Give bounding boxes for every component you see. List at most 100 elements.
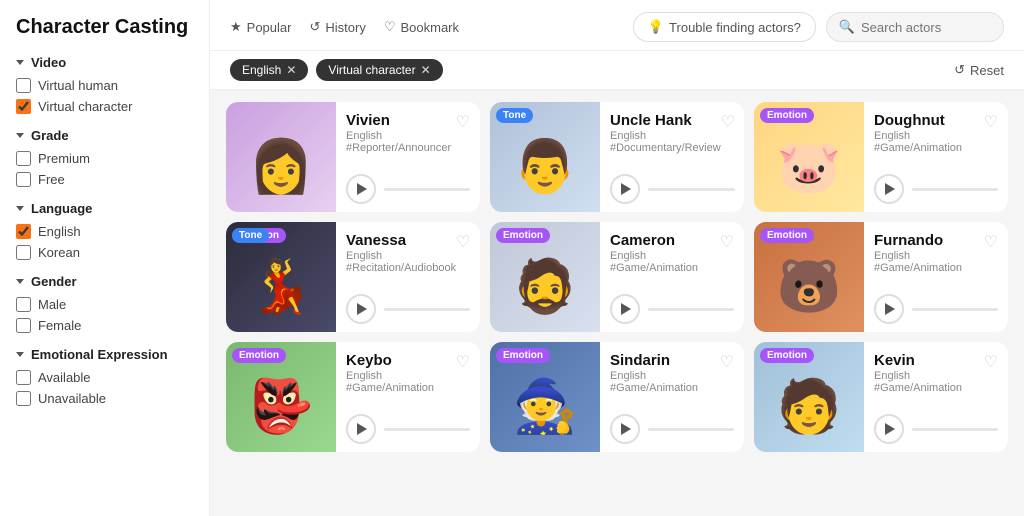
heart-icon-vanessa[interactable]: ♡: [456, 232, 470, 252]
card-image-cameron: Emotion 🧔: [490, 222, 600, 332]
tab-popular-label: Popular: [247, 20, 292, 35]
heart-icon-uncle-hank[interactable]: ♡: [721, 112, 735, 132]
bookmark-icon: ♡: [384, 19, 396, 35]
card-top-keybo: Keybo English #Game/Animation ♡: [346, 352, 470, 394]
card-emoji-vivien: 👩: [249, 121, 314, 193]
card-info-kevin: Kevin English #Game/Animation: [874, 352, 962, 394]
card-tag-vanessa: #Recitation/Audiobook: [346, 262, 456, 274]
filter-emotional-expression: Emotional Expression Available Unavailab…: [16, 347, 193, 406]
checkbox-korean[interactable]: Korean: [16, 245, 193, 260]
play-button-sindarin[interactable]: [610, 414, 640, 444]
checkbox-virtual-character[interactable]: Virtual character: [16, 99, 193, 114]
heart-icon-doughnut[interactable]: ♡: [984, 112, 998, 132]
search-input[interactable]: [861, 20, 991, 35]
tab-history[interactable]: ↺ History: [309, 19, 365, 35]
tag-virtual-character-close[interactable]: ✕: [421, 63, 431, 77]
filter-gender: Gender Male Female: [16, 274, 193, 333]
heart-icon-kevin[interactable]: ♡: [984, 352, 998, 372]
play-button-kevin[interactable]: [874, 414, 904, 444]
tag-english[interactable]: English ✕: [230, 59, 308, 81]
card-bottom-furnando: [874, 294, 998, 324]
filter-emotional-expression-header[interactable]: Emotional Expression: [16, 347, 193, 362]
trouble-btn-label: Trouble finding actors?: [669, 20, 801, 35]
card-body-keybo: Keybo English #Game/Animation ♡: [336, 342, 480, 452]
checkbox-virtual-character-input[interactable]: [16, 99, 31, 114]
card-lang-keybo: English: [346, 370, 434, 382]
card-vanessa: EmotionTone 💃 Vanessa English #Recitatio…: [226, 222, 480, 332]
card-info-uncle-hank: Uncle Hank English #Documentary/Review: [610, 112, 721, 154]
card-tag-vivien: #Reporter/Announcer: [346, 142, 451, 154]
card-name-doughnut: Doughnut: [874, 112, 962, 129]
checkbox-available[interactable]: Available: [16, 370, 193, 385]
search-box[interactable]: 🔍: [826, 12, 1004, 42]
card-body-sindarin: Sindarin English #Game/Animation ♡: [600, 342, 744, 452]
checkbox-free-input[interactable]: [16, 172, 31, 187]
checkbox-male[interactable]: Male: [16, 297, 193, 312]
heart-icon-keybo[interactable]: ♡: [456, 352, 470, 372]
badge-emotion: Emotion: [232, 348, 286, 363]
checkbox-virtual-human[interactable]: Virtual human: [16, 78, 193, 93]
checkbox-virtual-human-input[interactable]: [16, 78, 31, 93]
checkbox-unavailable[interactable]: Unavailable: [16, 391, 193, 406]
play-button-vivien[interactable]: [346, 174, 376, 204]
chevron-down-icon: [16, 352, 24, 357]
card-bottom-keybo: [346, 414, 470, 444]
progress-bar-uncle-hank: [648, 188, 735, 191]
play-button-uncle-hank[interactable]: [610, 174, 640, 204]
checkbox-female[interactable]: Female: [16, 318, 193, 333]
play-button-vanessa[interactable]: [346, 294, 376, 324]
filter-language-header[interactable]: Language: [16, 201, 193, 216]
checkbox-male-label: Male: [38, 297, 66, 312]
card-info-furnando: Furnando English #Game/Animation: [874, 232, 962, 274]
filter-video-header[interactable]: Video: [16, 55, 193, 70]
card-emoji-cameron: 🧔: [513, 241, 578, 313]
play-icon-sindarin: [621, 423, 631, 435]
filter-grade: Grade Premium Free: [16, 128, 193, 187]
filter-gender-header[interactable]: Gender: [16, 274, 193, 289]
history-icon: ↺: [309, 19, 320, 35]
card-top-vanessa: Vanessa English #Recitation/Audiobook ♡: [346, 232, 470, 274]
card-name-kevin: Kevin: [874, 352, 962, 369]
checkbox-premium-input[interactable]: [16, 151, 31, 166]
checkbox-english-input[interactable]: [16, 224, 31, 239]
checkbox-korean-input[interactable]: [16, 245, 31, 260]
tag-virtual-character[interactable]: Virtual character ✕: [316, 59, 442, 81]
play-icon-keybo: [357, 423, 367, 435]
card-image-uncle-hank: Tone 👨: [490, 102, 600, 212]
checkbox-unavailable-label: Unavailable: [38, 391, 106, 406]
play-button-doughnut[interactable]: [874, 174, 904, 204]
play-button-cameron[interactable]: [610, 294, 640, 324]
tag-english-close[interactable]: ✕: [286, 63, 296, 77]
filter-grade-header[interactable]: Grade: [16, 128, 193, 143]
reset-button[interactable]: ↺ Reset: [954, 62, 1004, 78]
heart-icon-furnando[interactable]: ♡: [984, 232, 998, 252]
card-name-sindarin: Sindarin: [610, 352, 698, 369]
card-info-sindarin: Sindarin English #Game/Animation: [610, 352, 698, 394]
checkbox-free[interactable]: Free: [16, 172, 193, 187]
checkbox-english[interactable]: English: [16, 224, 193, 239]
cards-grid: 👩 Vivien English #Reporter/Announcer ♡ T…: [226, 102, 1008, 452]
trouble-finding-button[interactable]: 💡 Trouble finding actors?: [633, 12, 816, 42]
checkbox-premium[interactable]: Premium: [16, 151, 193, 166]
chevron-down-icon: [16, 206, 24, 211]
filter-tags: English ✕ Virtual character ✕: [230, 59, 443, 81]
card-image-doughnut: Emotion 🐷: [754, 102, 864, 212]
card-emoji-sindarin: 🧙: [513, 361, 578, 433]
play-button-furnando[interactable]: [874, 294, 904, 324]
tab-popular[interactable]: ★ Popular: [230, 19, 291, 35]
checkbox-available-input[interactable]: [16, 370, 31, 385]
checkbox-male-input[interactable]: [16, 297, 31, 312]
checkbox-unavailable-input[interactable]: [16, 391, 31, 406]
card-tag-keybo: #Game/Animation: [346, 382, 434, 394]
tab-bookmark[interactable]: ♡ Bookmark: [384, 19, 459, 35]
checkbox-female-input[interactable]: [16, 318, 31, 333]
card-body-uncle-hank: Uncle Hank English #Documentary/Review ♡: [600, 102, 744, 212]
card-tag-furnando: #Game/Animation: [874, 262, 962, 274]
filter-tags-row: English ✕ Virtual character ✕ ↺ Reset: [210, 51, 1024, 90]
card-image-kevin: Emotion 🧑: [754, 342, 864, 452]
play-button-keybo[interactable]: [346, 414, 376, 444]
heart-icon-vivien[interactable]: ♡: [456, 112, 470, 132]
heart-icon-sindarin[interactable]: ♡: [720, 352, 734, 372]
heart-icon-cameron[interactable]: ♡: [720, 232, 734, 252]
filter-grade-label: Grade: [31, 128, 69, 143]
